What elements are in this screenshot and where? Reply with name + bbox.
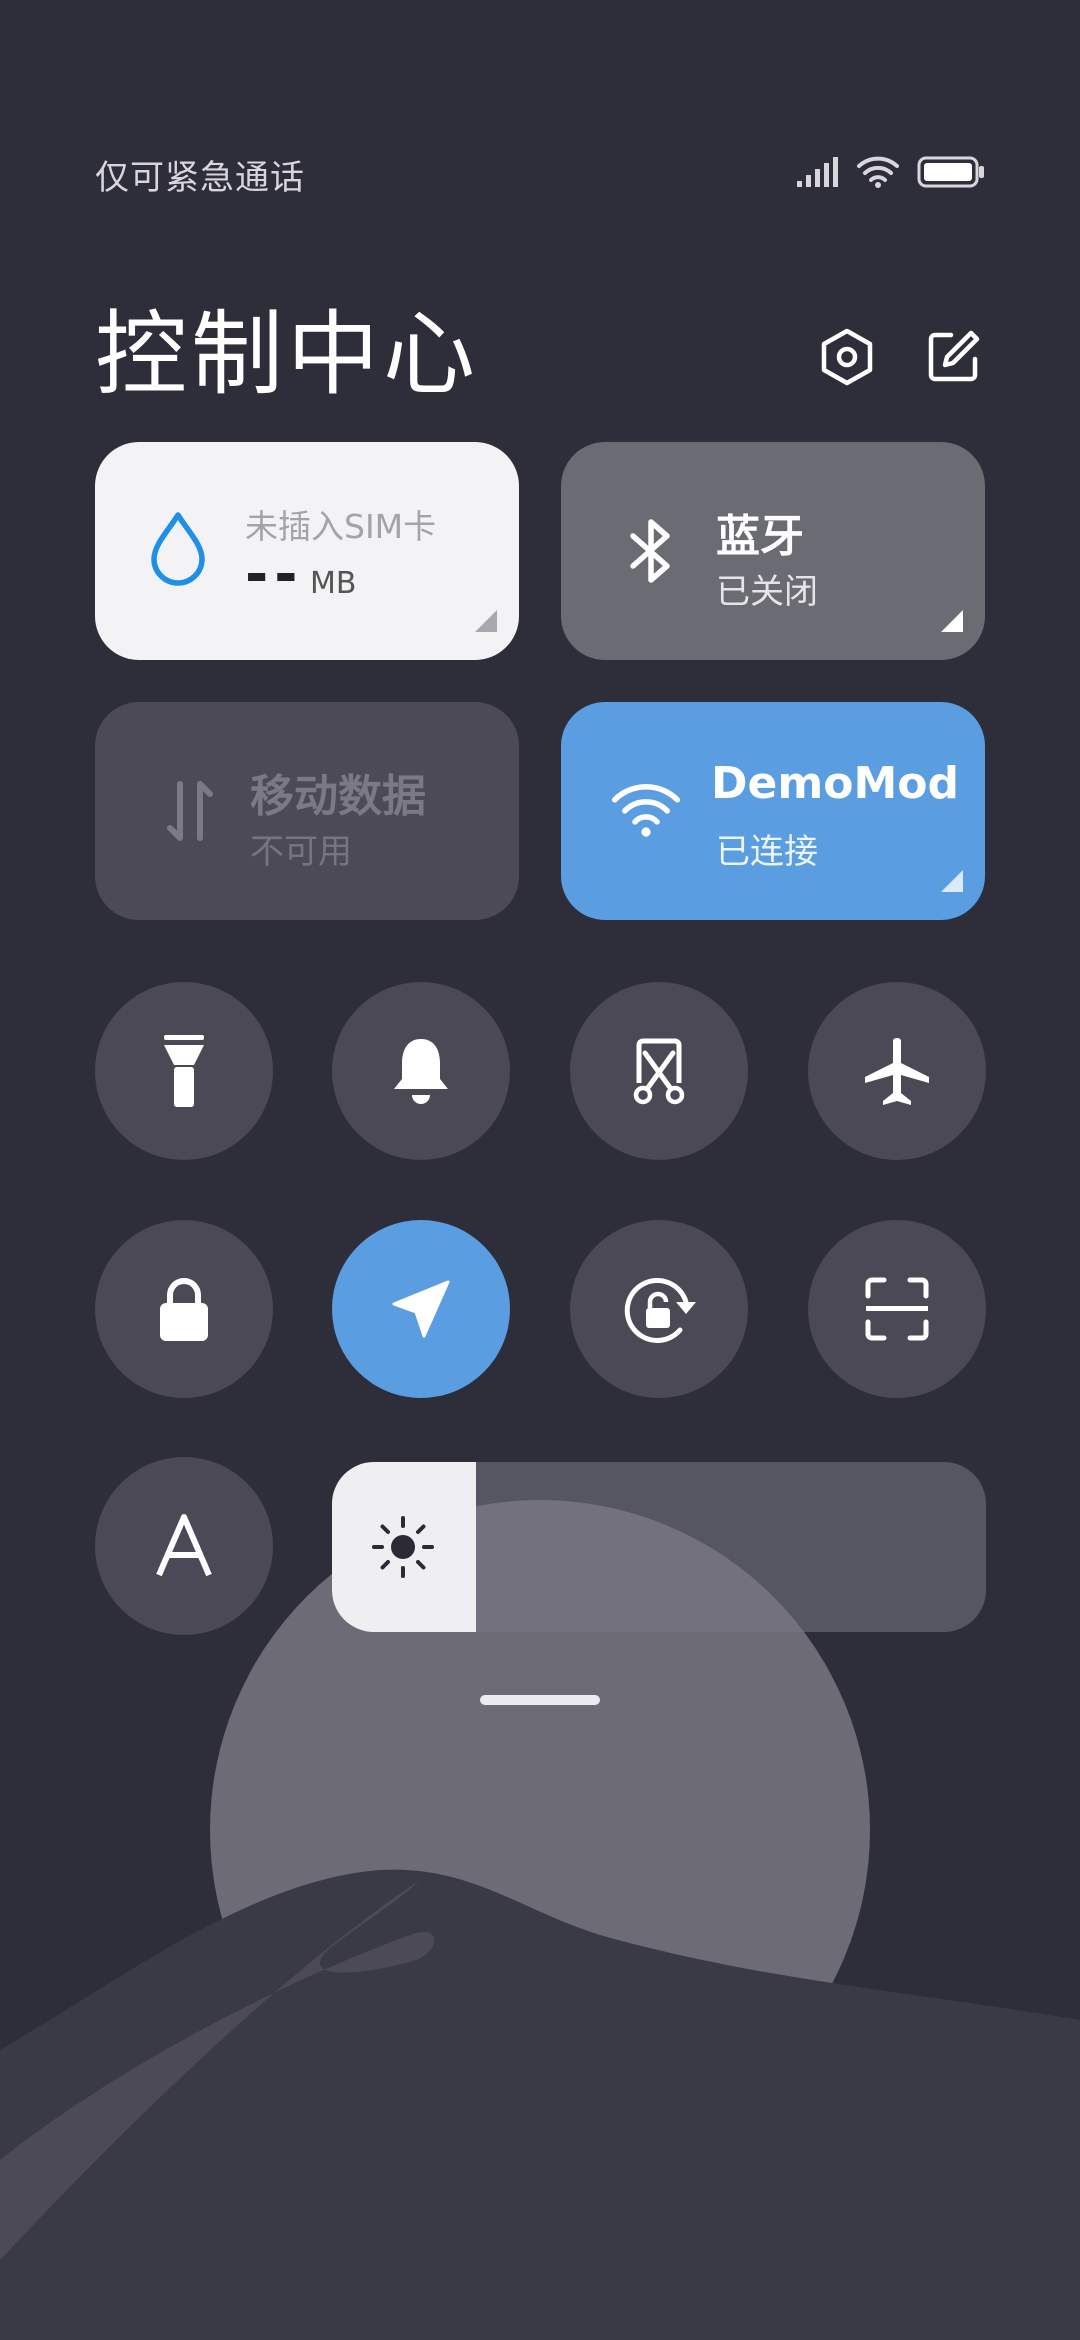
expand-corner-icon <box>475 610 497 632</box>
data-arrows-icon <box>155 776 225 846</box>
data-usage-tile[interactable]: 未插入SIM卡 -- MB <box>95 442 519 660</box>
bluetooth-icon <box>617 516 687 586</box>
water-drop-icon <box>143 512 213 586</box>
carrier-status-text: 仅可紧急通话 <box>95 158 305 198</box>
sun-icon <box>372 1516 434 1578</box>
wifi-icon <box>611 774 681 844</box>
location-toggle[interactable] <box>332 1220 510 1398</box>
collapse-handle[interactable] <box>480 1695 600 1705</box>
wifi-status: 已连接 <box>716 832 818 872</box>
bell-icon <box>394 1039 448 1104</box>
data-usage-value: -- <box>245 542 304 607</box>
edit-icon <box>928 330 980 382</box>
data-usage-unit: MB <box>310 566 357 601</box>
wifi-icon <box>857 156 899 188</box>
status-icons <box>797 150 985 194</box>
bluetooth-status: 已关闭 <box>716 572 818 612</box>
auto-brightness-toggle[interactable] <box>95 1457 273 1635</box>
bluetooth-tile[interactable]: 蓝牙 已关闭 <box>561 442 985 660</box>
flashlight-toggle[interactable] <box>95 982 273 1160</box>
airplane-icon <box>865 1038 929 1105</box>
location-icon <box>392 1280 450 1338</box>
battery-icon <box>917 156 984 188</box>
bluetooth-label: 蓝牙 <box>716 511 804 562</box>
silent-toggle[interactable] <box>332 982 510 1160</box>
rotation-lock-icon <box>624 1278 696 1343</box>
signal-icon <box>797 157 838 187</box>
airplane-toggle[interactable] <box>808 982 986 1160</box>
settings-button[interactable] <box>812 322 882 392</box>
scanner-toggle[interactable] <box>808 1220 986 1398</box>
auto-rotate-toggle[interactable] <box>570 1220 748 1398</box>
wifi-network-name: DemoMod <box>711 758 959 809</box>
edit-button[interactable] <box>918 322 988 392</box>
screenshot-icon <box>633 1038 685 1105</box>
flashlight-icon <box>164 1035 204 1107</box>
screenshot-toggle[interactable] <box>570 982 748 1160</box>
wifi-tile[interactable]: DemoMod 已连接 <box>561 702 985 920</box>
lock-icon <box>160 1278 208 1341</box>
lock-screen-toggle[interactable] <box>95 1220 273 1398</box>
scan-icon <box>865 1277 929 1341</box>
mobile-data-status: 不可用 <box>250 832 352 872</box>
sim-status-label: 未插入SIM卡 <box>245 507 437 546</box>
mobile-data-tile[interactable]: 移动数据 不可用 <box>95 702 519 920</box>
auto-brightness-icon <box>156 1514 212 1577</box>
settings-icon <box>821 328 873 386</box>
expand-corner-icon <box>941 610 963 632</box>
mobile-data-label: 移动数据 <box>250 771 426 822</box>
expand-corner-icon <box>941 870 963 892</box>
brightness-slider[interactable] <box>332 1462 986 1632</box>
page-title: 控制中心 <box>95 301 480 408</box>
